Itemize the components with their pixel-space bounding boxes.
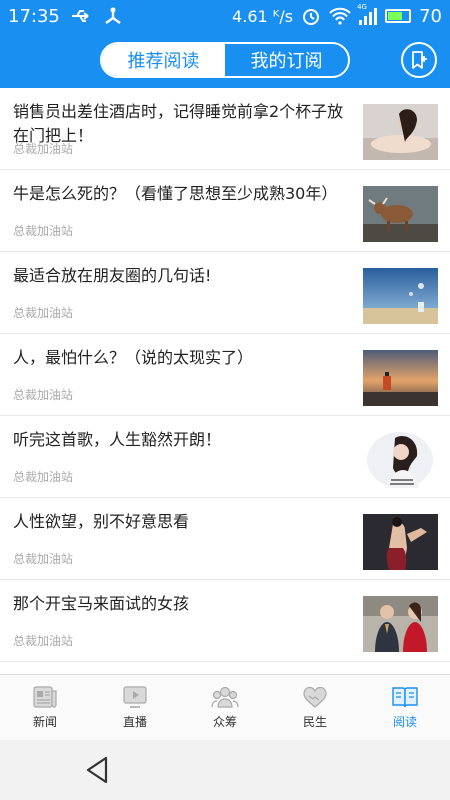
battery-icon bbox=[385, 9, 412, 23]
article-source: 总裁加油站 bbox=[13, 388, 74, 402]
tabbar-item-crowdfunding[interactable]: 众筹 bbox=[180, 675, 270, 740]
article-thumbnail bbox=[363, 596, 438, 652]
article-source: 总裁加油站 bbox=[13, 142, 74, 156]
article-item[interactable]: 最适合放在朋友圈的几句话! 总裁加油站 bbox=[0, 252, 450, 334]
tabbar-item-reading[interactable]: 阅读 bbox=[360, 675, 450, 740]
article-title: 那个开宝马来面试的女孩 bbox=[13, 594, 190, 613]
article-thumbnail bbox=[363, 186, 438, 242]
tabbar-label: 民生 bbox=[302, 715, 327, 729]
tab-switch: 推荐阅读 我的订阅 bbox=[100, 42, 350, 78]
signal-icon: 4G bbox=[357, 3, 378, 25]
add-bookmark-button[interactable] bbox=[401, 42, 437, 78]
article-list: 销售员出差住酒店时，记得睡觉前拿2个杯子放在门把上！ 总裁加油站 牛是怎么死的？… bbox=[0, 88, 450, 674]
bookmark-add-icon bbox=[412, 51, 427, 69]
handshake-icon bbox=[303, 686, 327, 708]
article-source: 总裁加油站 bbox=[13, 224, 74, 238]
back-triangle-icon bbox=[86, 756, 108, 784]
article-title: 最适合放在朋友圈的几句话! bbox=[13, 266, 212, 285]
newspaper-icon bbox=[33, 686, 57, 708]
alarm-icon bbox=[303, 9, 320, 25]
usb-icon bbox=[71, 10, 89, 22]
article-item[interactable]: 牛是怎么死的？（看懂了思想至少成熟30年） 总裁加油站 bbox=[0, 170, 450, 252]
header: 推荐阅读 我的订阅 bbox=[0, 32, 450, 88]
tab-subscriptions[interactable]: 我的订阅 bbox=[225, 44, 348, 76]
network-speed: 4.61 ᴷ/s bbox=[232, 6, 294, 26]
article-item[interactable]: 听完这首歌，人生豁然开朗！ 总裁加油站 bbox=[0, 416, 450, 498]
system-nav-bar bbox=[0, 740, 450, 800]
tabbar-label: 直播 bbox=[122, 715, 147, 729]
article-item[interactable]: 人性欲望，别不好意思看 总裁加油站 bbox=[0, 498, 450, 580]
article-title: 牛是怎么死的？（看懂了思想至少成熟30年） bbox=[13, 184, 338, 203]
article-source: 总裁加油站 bbox=[13, 552, 74, 566]
bottom-tab-bar: 新闻 直播 众筹 民生 阅读 bbox=[0, 674, 450, 740]
tabbar-label: 阅读 bbox=[392, 715, 417, 729]
status-time: 17:35 bbox=[8, 5, 60, 27]
crowdfunding-icon bbox=[211, 686, 239, 708]
book-icon bbox=[392, 687, 418, 708]
battery-level: 70 bbox=[419, 5, 442, 27]
article-source: 总裁加油站 bbox=[13, 470, 74, 484]
status-bar: 17:35 4.61 ᴷ/s 4G 70 bbox=[0, 0, 450, 32]
article-source: 总裁加油站 bbox=[13, 634, 74, 648]
article-title: 人性欲望，别不好意思看 bbox=[13, 512, 190, 531]
article-title: 听完这首歌，人生豁然开朗！ bbox=[13, 430, 222, 449]
article-item[interactable]: 销售员出差住酒店时，记得睡觉前拿2个杯子放在门把上！ 总裁加油站 bbox=[0, 88, 450, 170]
article-thumbnail bbox=[363, 514, 438, 570]
article-item[interactable]: 那个开宝马来面试的女孩 总裁加油站 bbox=[0, 580, 450, 662]
nfc-icon bbox=[105, 7, 121, 24]
article-item[interactable]: 人，最怕什么？（说的太现实了） 总裁加油站 bbox=[0, 334, 450, 416]
wifi-icon bbox=[329, 7, 351, 25]
network-type: 4G bbox=[357, 3, 367, 11]
back-button[interactable] bbox=[82, 754, 114, 786]
article-thumbnail bbox=[363, 350, 438, 406]
article-source: 总裁加油站 bbox=[13, 306, 74, 320]
tabbar-label: 新闻 bbox=[32, 715, 57, 729]
article-thumbnail bbox=[363, 104, 438, 160]
article-title: 人，最怕什么？（说的太现实了） bbox=[13, 348, 254, 367]
tabbar-item-news[interactable]: 新闻 bbox=[0, 675, 90, 740]
live-play-icon bbox=[123, 686, 147, 708]
article-thumbnail bbox=[363, 432, 438, 488]
tabbar-item-livelihood[interactable]: 民生 bbox=[270, 675, 360, 740]
tab-recommended[interactable]: 推荐阅读 bbox=[102, 44, 225, 76]
tabbar-label: 众筹 bbox=[212, 715, 237, 729]
tabbar-item-live[interactable]: 直播 bbox=[90, 675, 180, 740]
article-thumbnail bbox=[363, 268, 438, 324]
